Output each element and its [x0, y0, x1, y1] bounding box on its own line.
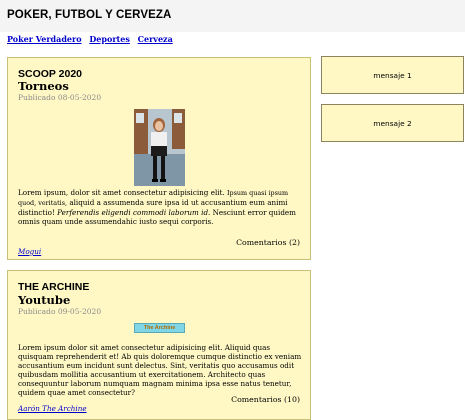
- post-card: SCOOP 2020 Torneos Publicado 08-05-2020 …: [7, 57, 311, 260]
- comments-link[interactable]: Comentarios (2): [236, 238, 300, 247]
- author-link[interactable]: Mogui: [18, 247, 41, 256]
- sidebar-message-box: mensaje 1: [321, 56, 464, 94]
- post-date: Publicado 08-05-2020: [18, 93, 102, 102]
- post-body: Lorem ipsum dolor sit amet consectetur a…: [18, 343, 302, 397]
- site-header: POKER, FUTBOL Y CERVEZA: [0, 0, 465, 32]
- post-body: Lorem ipsum, dolor sit amet consectetur …: [18, 188, 296, 226]
- author-link[interactable]: Aarón The Archine: [18, 404, 87, 413]
- sidebar-message-text: mensaje 2: [373, 118, 412, 128]
- post-category: THE ARCHINE: [18, 281, 90, 293]
- sidebar-message-box: mensaje 2: [321, 104, 464, 142]
- nav-link-deportes[interactable]: Deportes: [89, 34, 129, 44]
- nav-link-cerveza[interactable]: Cerveza: [138, 34, 173, 44]
- sidebar-message-text: mensaje 1: [373, 70, 412, 80]
- post-title: Torneos: [18, 79, 69, 93]
- post-banner-image: The Archine: [134, 323, 185, 333]
- post-title: Youtube: [18, 293, 71, 307]
- site-title: POKER, FUTBOL Y CERVEZA: [7, 9, 172, 21]
- nav-link-poker-verdadero[interactable]: Poker Verdadero: [7, 34, 82, 44]
- post-card: THE ARCHINE Youtube Publicado 09-05-2020…: [7, 270, 311, 420]
- post-date: Publicado 09-05-2020: [18, 307, 102, 316]
- comments-link[interactable]: Comentarios (10): [231, 395, 300, 404]
- main-nav: Poker Verdadero Deportes Cerveza: [7, 34, 178, 44]
- post-photo: [134, 109, 185, 186]
